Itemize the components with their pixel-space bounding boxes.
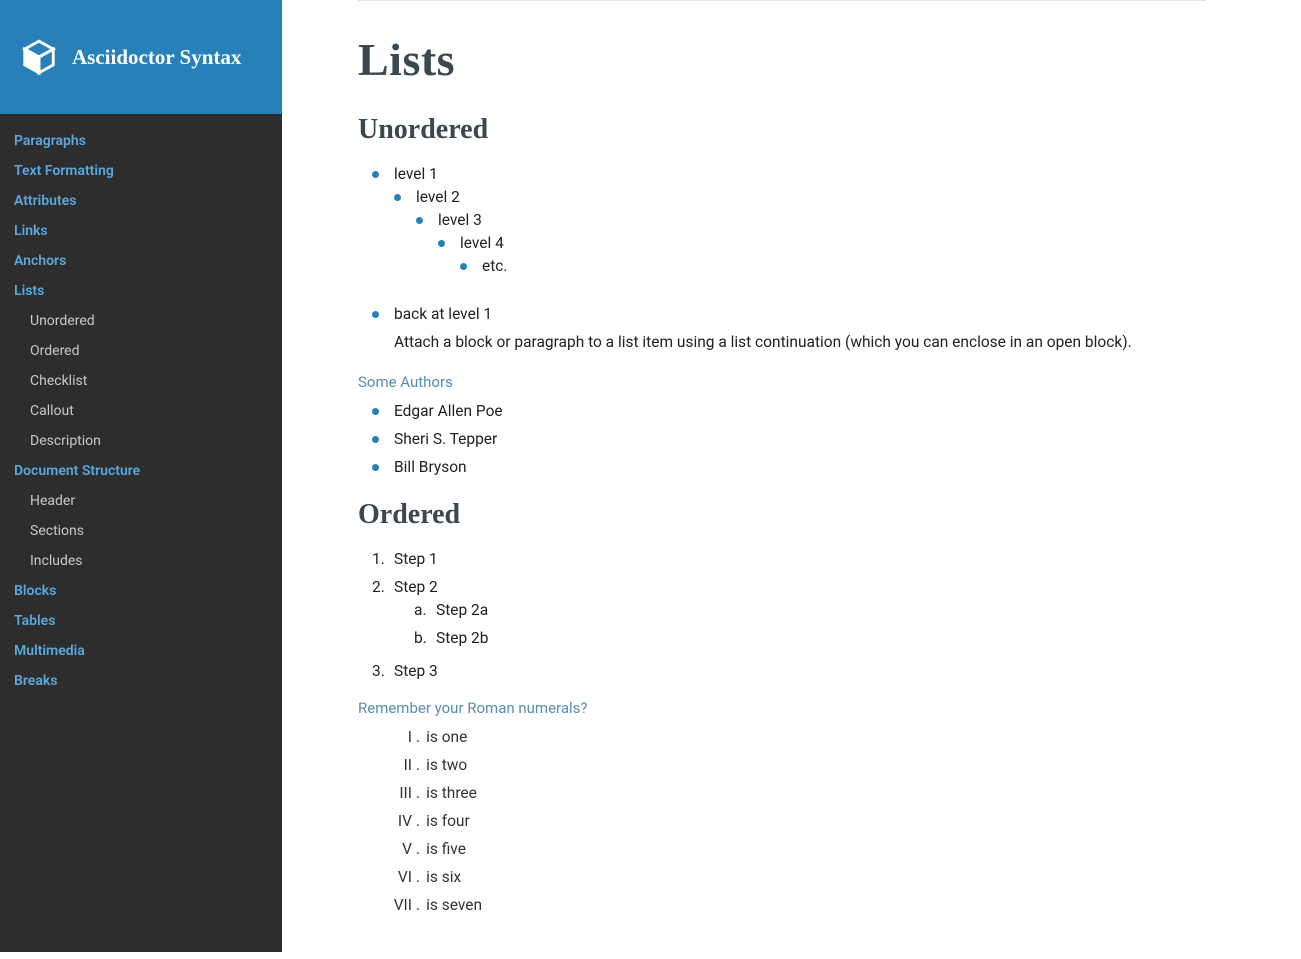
nav-lists-description[interactable]: Description: [0, 426, 282, 456]
heading-ordered: Ordered: [358, 499, 1206, 531]
roman-numeral: I: [380, 728, 416, 746]
list-item: level 4 etc.: [446, 229, 1206, 285]
list-item-label: is six: [426, 868, 461, 886]
list-item: Step 2 Step 2a Step 2b: [380, 573, 1206, 657]
main-content: Lists Unordered level 1 level 2 level 3 …: [282, 0, 1282, 959]
nav-lists-checklist[interactable]: Checklist: [0, 366, 282, 396]
nav-lists-unordered[interactable]: Unordered: [0, 306, 282, 336]
list-item: II.is two: [380, 751, 1206, 779]
list-item: III.is three: [380, 779, 1206, 807]
roman-list: I.is one II.is two III.is three IV.is fo…: [380, 723, 1206, 919]
list-item-label: is five: [426, 840, 466, 858]
roman-numeral: VII: [380, 896, 416, 914]
list-item-label: level 2: [416, 188, 460, 206]
list-item-label: is four: [426, 812, 470, 830]
list-item-label: is three: [426, 784, 477, 802]
nav-links[interactable]: Links: [0, 216, 282, 246]
nav-breaks[interactable]: Breaks: [0, 666, 282, 696]
list-item-label: is seven: [426, 896, 482, 914]
nav-tables[interactable]: Tables: [0, 606, 282, 636]
list-item: Bill Bryson: [380, 453, 1206, 481]
nav-text-formatting[interactable]: Text Formatting: [0, 156, 282, 186]
list-item: back at level 1 Attach a block or paragr…: [380, 300, 1206, 359]
authors-subtitle: Some Authors: [358, 373, 1206, 391]
list-item-label: back at level 1: [394, 305, 492, 323]
nav-lists-callout[interactable]: Callout: [0, 396, 282, 426]
list-item: level 2 level 3 level 4 etc.: [402, 183, 1206, 295]
nav-anchors[interactable]: Anchors: [0, 246, 282, 276]
unordered-list: level 1 level 2 level 3 level 4 etc. bac…: [380, 160, 1206, 359]
list-item-label: Step 2: [394, 578, 438, 596]
list-item-label: level 4: [460, 234, 504, 252]
divider: [358, 0, 1206, 1]
roman-numeral: III: [380, 784, 416, 802]
roman-numeral: IV: [380, 812, 416, 830]
list-item: IV.is four: [380, 807, 1206, 835]
ordered-sublist: Step 2a Step 2b: [422, 596, 1206, 652]
list-item: etc.: [468, 252, 1206, 280]
roman-subtitle: Remember your Roman numerals?: [358, 699, 1206, 717]
list-item-label: is one: [426, 728, 467, 746]
list-item: Step 2a: [422, 596, 1206, 624]
list-item: Step 3: [380, 657, 1206, 685]
nav-multimedia[interactable]: Multimedia: [0, 636, 282, 666]
ordered-list: Step 1 Step 2 Step 2a Step 2b Step 3: [380, 545, 1206, 685]
list-item: level 1 level 2 level 3 level 4 etc.: [380, 160, 1206, 300]
list-item: V.is five: [380, 835, 1206, 863]
sidebar-nav: Paragraphs Text Formatting Attributes Li…: [0, 114, 282, 696]
list-item: Edgar Allen Poe: [380, 397, 1206, 425]
page-title: Lists: [358, 33, 1206, 86]
nav-lists-ordered[interactable]: Ordered: [0, 336, 282, 366]
list-item: VI.is six: [380, 863, 1206, 891]
list-item: Step 1: [380, 545, 1206, 573]
heading-unordered: Unordered: [358, 114, 1206, 146]
list-item-label: Step 1: [394, 550, 438, 568]
nav-doc-header[interactable]: Header: [0, 486, 282, 516]
nav-document-structure[interactable]: Document Structure: [0, 456, 282, 486]
sidebar-header: Asciidoctor Syntax: [0, 0, 282, 114]
list-item: VII.is seven: [380, 891, 1206, 919]
list-item: Sheri S. Tepper: [380, 425, 1206, 453]
cube-icon: [20, 38, 58, 76]
roman-numeral: V: [380, 840, 416, 858]
sidebar: Asciidoctor Syntax Paragraphs Text Forma…: [0, 0, 282, 952]
list-item-label: Step 3: [394, 662, 438, 680]
authors-list: Edgar Allen Poe Sheri S. Tepper Bill Bry…: [380, 397, 1206, 481]
list-continuation-text: Attach a block or paragraph to a list it…: [394, 331, 1206, 354]
list-item-label: level 1: [394, 165, 438, 183]
nav-blocks[interactable]: Blocks: [0, 576, 282, 606]
list-item-label: level 3: [438, 211, 482, 229]
roman-numeral: II: [380, 756, 416, 774]
nav-paragraphs[interactable]: Paragraphs: [0, 126, 282, 156]
list-item: I.is one: [380, 723, 1206, 751]
list-item: Step 2b: [422, 624, 1206, 652]
list-item: level 3 level 4 etc.: [424, 206, 1206, 290]
nav-doc-includes[interactable]: Includes: [0, 546, 282, 576]
list-item-label: is two: [426, 756, 467, 774]
app-title: Asciidoctor Syntax: [72, 45, 241, 70]
nav-attributes[interactable]: Attributes: [0, 186, 282, 216]
roman-numeral: VI: [380, 868, 416, 886]
list-item-label: etc.: [482, 257, 508, 275]
nav-doc-sections[interactable]: Sections: [0, 516, 282, 546]
nav-lists[interactable]: Lists: [0, 276, 282, 306]
